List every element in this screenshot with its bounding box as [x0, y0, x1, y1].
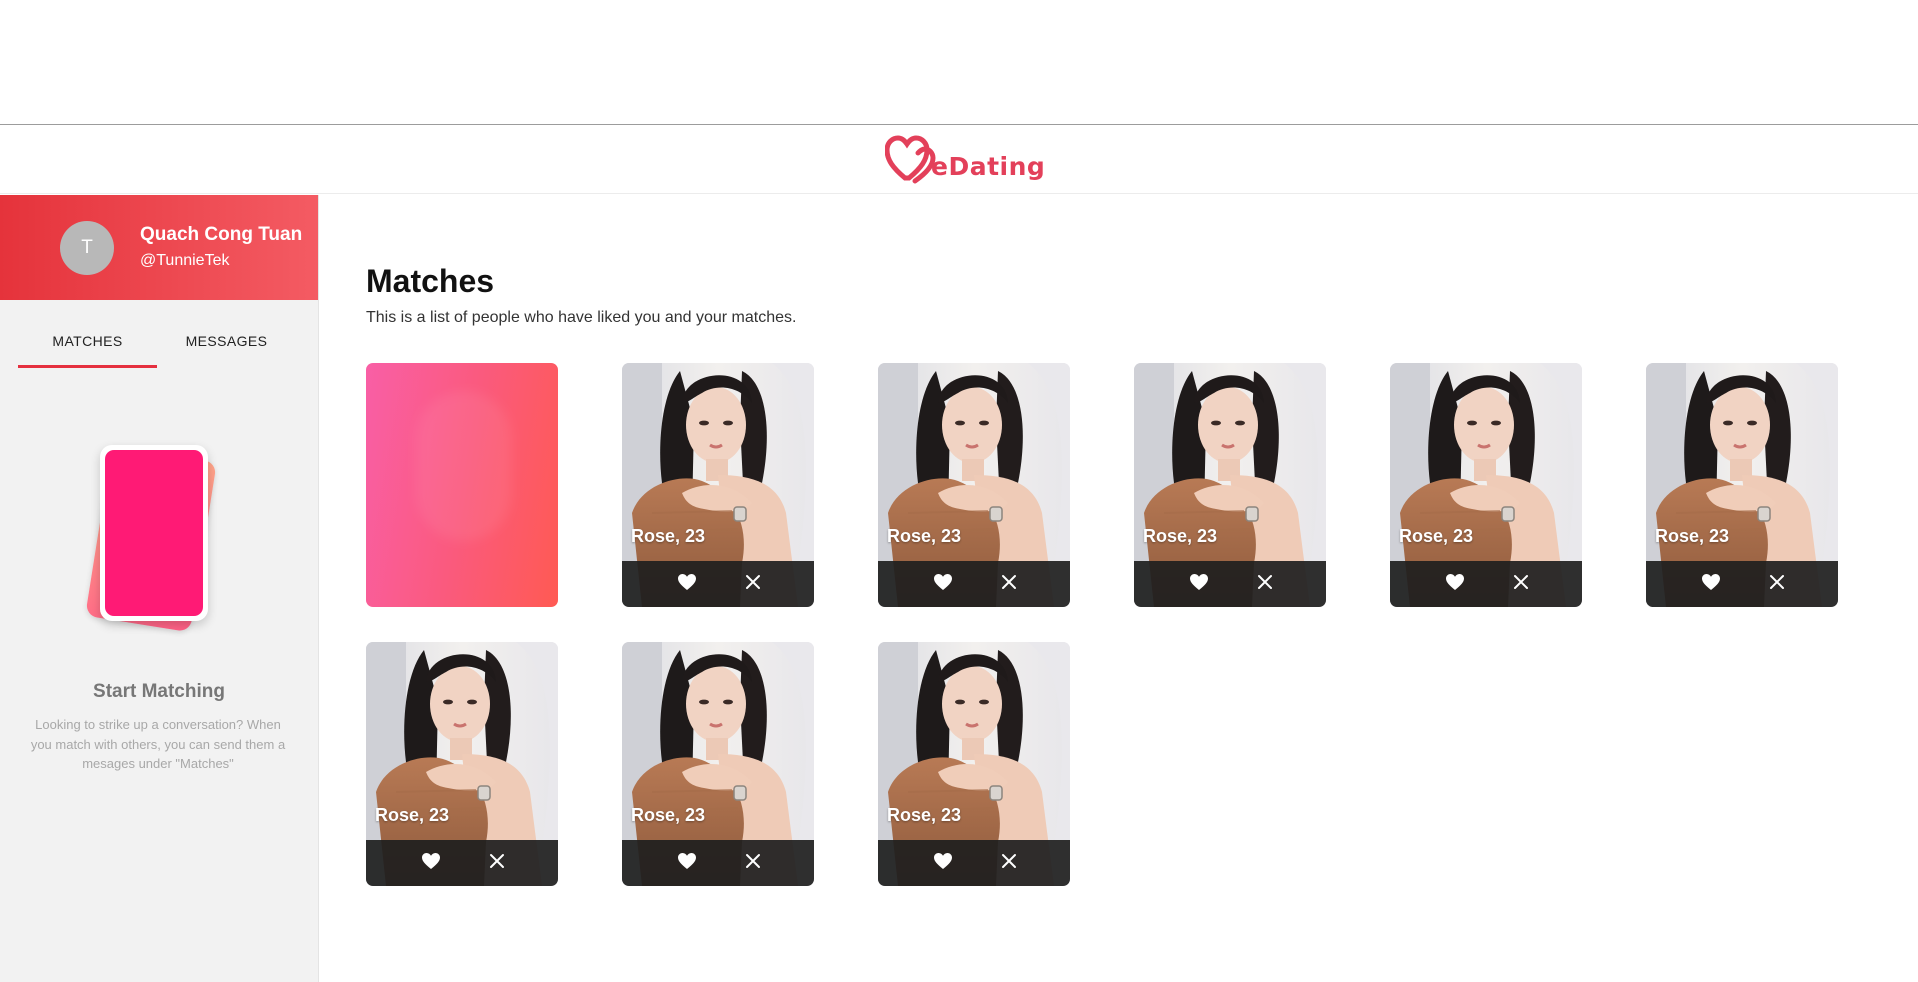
- match-name-age: Rose, 23: [631, 805, 706, 825]
- match-action-bar: [622, 840, 814, 886]
- heart-icon: [677, 573, 697, 596]
- dismiss-button[interactable]: [1508, 571, 1534, 597]
- heart-icon: [1445, 573, 1465, 596]
- dismiss-button[interactable]: [996, 850, 1022, 876]
- start-matching-description: Looking to strike up a conversation? Whe…: [30, 717, 286, 771]
- match-card[interactable]: Rose, 23: [1134, 363, 1326, 607]
- app-header: eDating: [0, 125, 1918, 194]
- dismiss-button[interactable]: [1252, 571, 1278, 597]
- match-action-bar: [878, 840, 1070, 886]
- like-button[interactable]: [1698, 571, 1724, 597]
- match-card[interactable]: Rose, 23: [622, 363, 814, 607]
- dismiss-button[interactable]: [740, 571, 766, 597]
- blurred-like-card[interactable]: [366, 363, 558, 607]
- app-logo[interactable]: eDating: [885, 134, 1045, 184]
- match-card[interactable]: Rose, 23: [366, 642, 558, 886]
- dismiss-button[interactable]: [740, 850, 766, 876]
- dismiss-button[interactable]: [484, 850, 510, 876]
- match-card[interactable]: Rose, 23: [622, 642, 814, 886]
- heart-icon: [677, 852, 697, 875]
- match-action-bar: [1134, 561, 1326, 607]
- close-icon: [1513, 574, 1529, 595]
- profile-handle: @TunnieTek: [140, 252, 230, 269]
- close-icon: [745, 574, 761, 595]
- double-heart-icon: [885, 135, 936, 184]
- close-icon: [1001, 574, 1017, 595]
- match-card[interactable]: Rose, 23: [1646, 363, 1838, 607]
- like-button[interactable]: [674, 571, 700, 597]
- close-icon: [1769, 574, 1785, 595]
- cards-illustration: [80, 435, 240, 635]
- page-subtitle: This is a list of people who have liked …: [366, 309, 797, 326]
- heart-icon: [1189, 573, 1209, 596]
- profile-name: Quach Cong Tuan: [140, 224, 303, 245]
- start-matching-title: Start Matching: [93, 681, 225, 702]
- match-card[interactable]: Rose, 23: [878, 642, 1070, 886]
- card-front: [100, 445, 208, 621]
- like-button[interactable]: [930, 850, 956, 876]
- page-title: Matches: [366, 263, 495, 299]
- close-icon: [745, 853, 761, 874]
- tab-messages[interactable]: MESSAGES: [157, 333, 296, 349]
- match-action-bar: [1390, 561, 1582, 607]
- heart-icon: [933, 852, 953, 875]
- sidebar: T Quach Cong Tuan @TunnieTek MATCHES MES…: [0, 195, 319, 982]
- active-tab-indicator: [18, 365, 157, 368]
- match-action-bar: [1646, 561, 1838, 607]
- match-name-age: Rose, 23: [375, 805, 450, 825]
- match-card[interactable]: Rose, 23: [1390, 363, 1582, 607]
- close-icon: [489, 853, 505, 874]
- match-name-age: Rose, 23: [1143, 526, 1218, 546]
- match-action-bar: [878, 561, 1070, 607]
- close-icon: [1001, 853, 1017, 874]
- heart-icon: [421, 852, 441, 875]
- match-name-age: Rose, 23: [887, 526, 962, 546]
- profile-header[interactable]: T Quach Cong Tuan @TunnieTek: [0, 195, 318, 300]
- like-button[interactable]: [1186, 571, 1212, 597]
- heart-icon: [933, 573, 953, 596]
- match-action-bar: [622, 561, 814, 607]
- match-name-age: Rose, 23: [1399, 526, 1474, 546]
- match-name-age: Rose, 23: [631, 526, 706, 546]
- match-name-age: Rose, 23: [1655, 526, 1730, 546]
- logo-text: eDating: [931, 151, 1046, 181]
- dismiss-button[interactable]: [996, 571, 1022, 597]
- tab-matches[interactable]: MATCHES: [18, 333, 157, 349]
- match-action-bar: [366, 840, 558, 886]
- match-card[interactable]: Rose, 23: [878, 363, 1070, 607]
- like-button[interactable]: [930, 571, 956, 597]
- dismiss-button[interactable]: [1764, 571, 1790, 597]
- like-button[interactable]: [418, 850, 444, 876]
- close-icon: [1257, 574, 1273, 595]
- match-name-age: Rose, 23: [887, 805, 962, 825]
- like-button[interactable]: [674, 850, 700, 876]
- blurred-silhouette: [416, 391, 512, 541]
- like-button[interactable]: [1442, 571, 1468, 597]
- avatar[interactable]: T: [60, 221, 114, 275]
- heart-icon: [1701, 573, 1721, 596]
